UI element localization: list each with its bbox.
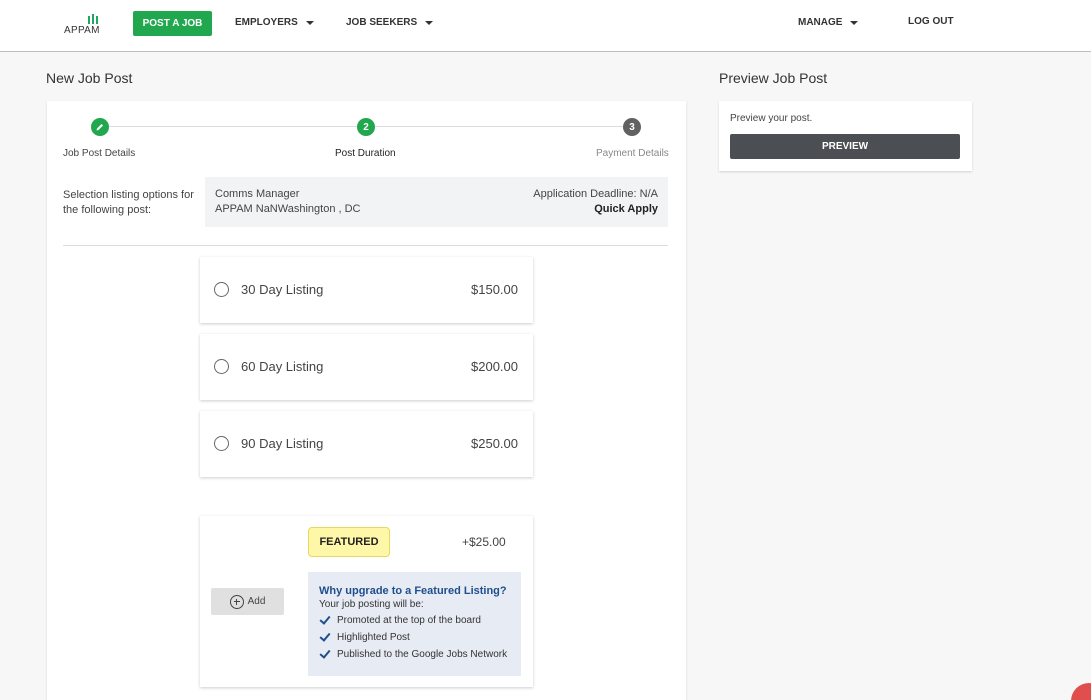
employers-menu[interactable]: EMPLOYERS [235, 17, 314, 28]
add-featured-button[interactable]: Add [211, 588, 284, 615]
step-3-pending[interactable]: 3 [623, 118, 641, 136]
job-seekers-label: JOB SEEKERS [346, 17, 418, 28]
radio-button[interactable] [214, 359, 229, 374]
preview-card: Preview your post. PREVIEW [719, 101, 972, 171]
featured-badge: FEATURED [308, 527, 390, 557]
job-seekers-menu[interactable]: JOB SEEKERS [346, 17, 434, 28]
benefit-text: Highlighted Post [337, 631, 410, 643]
listing-price: $150.00 [471, 282, 518, 297]
step-3-label: Payment Details [596, 148, 669, 159]
chevron-down-icon [305, 20, 314, 25]
benefit-item: Published to the Google Jobs Network [319, 648, 507, 660]
listing-option-30-day[interactable]: 30 Day Listing $150.00 [200, 257, 533, 323]
preview-button[interactable]: PREVIEW [730, 134, 960, 159]
benefit-text: Promoted at the top of the board [337, 614, 481, 626]
featured-upgrade-card: FEATURED +$25.00 Add Why upgrade to a Fe… [200, 516, 533, 687]
pencil-icon [96, 124, 103, 131]
add-label: Add [247, 596, 266, 607]
employers-label: EMPLOYERS [235, 17, 298, 28]
preview-heading: Preview Job Post [719, 70, 828, 86]
job-location: APPAM NaNWashington , DC [215, 203, 361, 215]
step-1-complete[interactable] [91, 118, 109, 136]
checkmark-icon [319, 631, 331, 643]
logo-text: APPAM [64, 25, 100, 36]
preview-text: Preview your post. [730, 113, 813, 124]
listing-name: 30 Day Listing [241, 282, 324, 297]
listing-name: 90 Day Listing [241, 436, 324, 451]
benefit-text: Published to the Google Jobs Network [337, 648, 508, 660]
chevron-down-icon [850, 20, 859, 25]
job-title: Comms Manager [215, 188, 300, 200]
add-circle-icon [229, 594, 244, 609]
radio-button[interactable] [214, 436, 229, 451]
radio-button[interactable] [214, 282, 229, 297]
chevron-down-icon [425, 20, 434, 25]
divider [63, 245, 668, 246]
page-title: New Job Post [46, 70, 133, 86]
application-deadline: Application Deadline: N/A [533, 188, 658, 200]
help-chat-button[interactable] [1071, 683, 1091, 700]
manage-menu[interactable]: MANAGE [798, 17, 859, 28]
step-2-label: Post Duration [335, 148, 396, 159]
step-2-active[interactable]: 2 [357, 118, 375, 136]
checkmark-icon [319, 614, 331, 626]
stepper-connector [375, 126, 623, 127]
listing-name: 60 Day Listing [241, 359, 324, 374]
post-a-job-button[interactable]: POST A JOB [133, 11, 212, 36]
top-nav: APPAM POST A JOB EMPLOYERS JOB SEEKERS M… [0, 0, 1091, 52]
benefits-title: Why upgrade to a Featured Listing? [319, 585, 507, 597]
featured-price: +$25.00 [462, 535, 506, 549]
logo-mark-icon [88, 14, 98, 24]
benefit-item: Highlighted Post [319, 631, 410, 643]
featured-benefits-box: Why upgrade to a Featured Listing? Your … [308, 572, 521, 676]
appam-logo[interactable]: APPAM [64, 12, 104, 38]
logout-link[interactable]: LOG OUT [908, 16, 954, 27]
manage-label: MANAGE [798, 17, 843, 28]
listing-price: $250.00 [471, 436, 518, 451]
job-summary-box: Comms Manager APPAM NaNWashington , DC A… [205, 177, 668, 227]
listing-price: $200.00 [471, 359, 518, 374]
stepper-connector [109, 126, 357, 127]
benefits-subtitle: Your job posting will be: [319, 599, 424, 610]
listing-option-60-day[interactable]: 60 Day Listing $200.00 [200, 334, 533, 400]
benefit-item: Promoted at the top of the board [319, 614, 481, 626]
selection-label: Selection listing options for the follow… [63, 189, 194, 216]
apply-type: Quick Apply [594, 203, 658, 215]
checkmark-icon [319, 648, 331, 660]
listing-option-90-day[interactable]: 90 Day Listing $250.00 [200, 411, 533, 477]
step-1-label: Job Post Details [63, 148, 136, 159]
